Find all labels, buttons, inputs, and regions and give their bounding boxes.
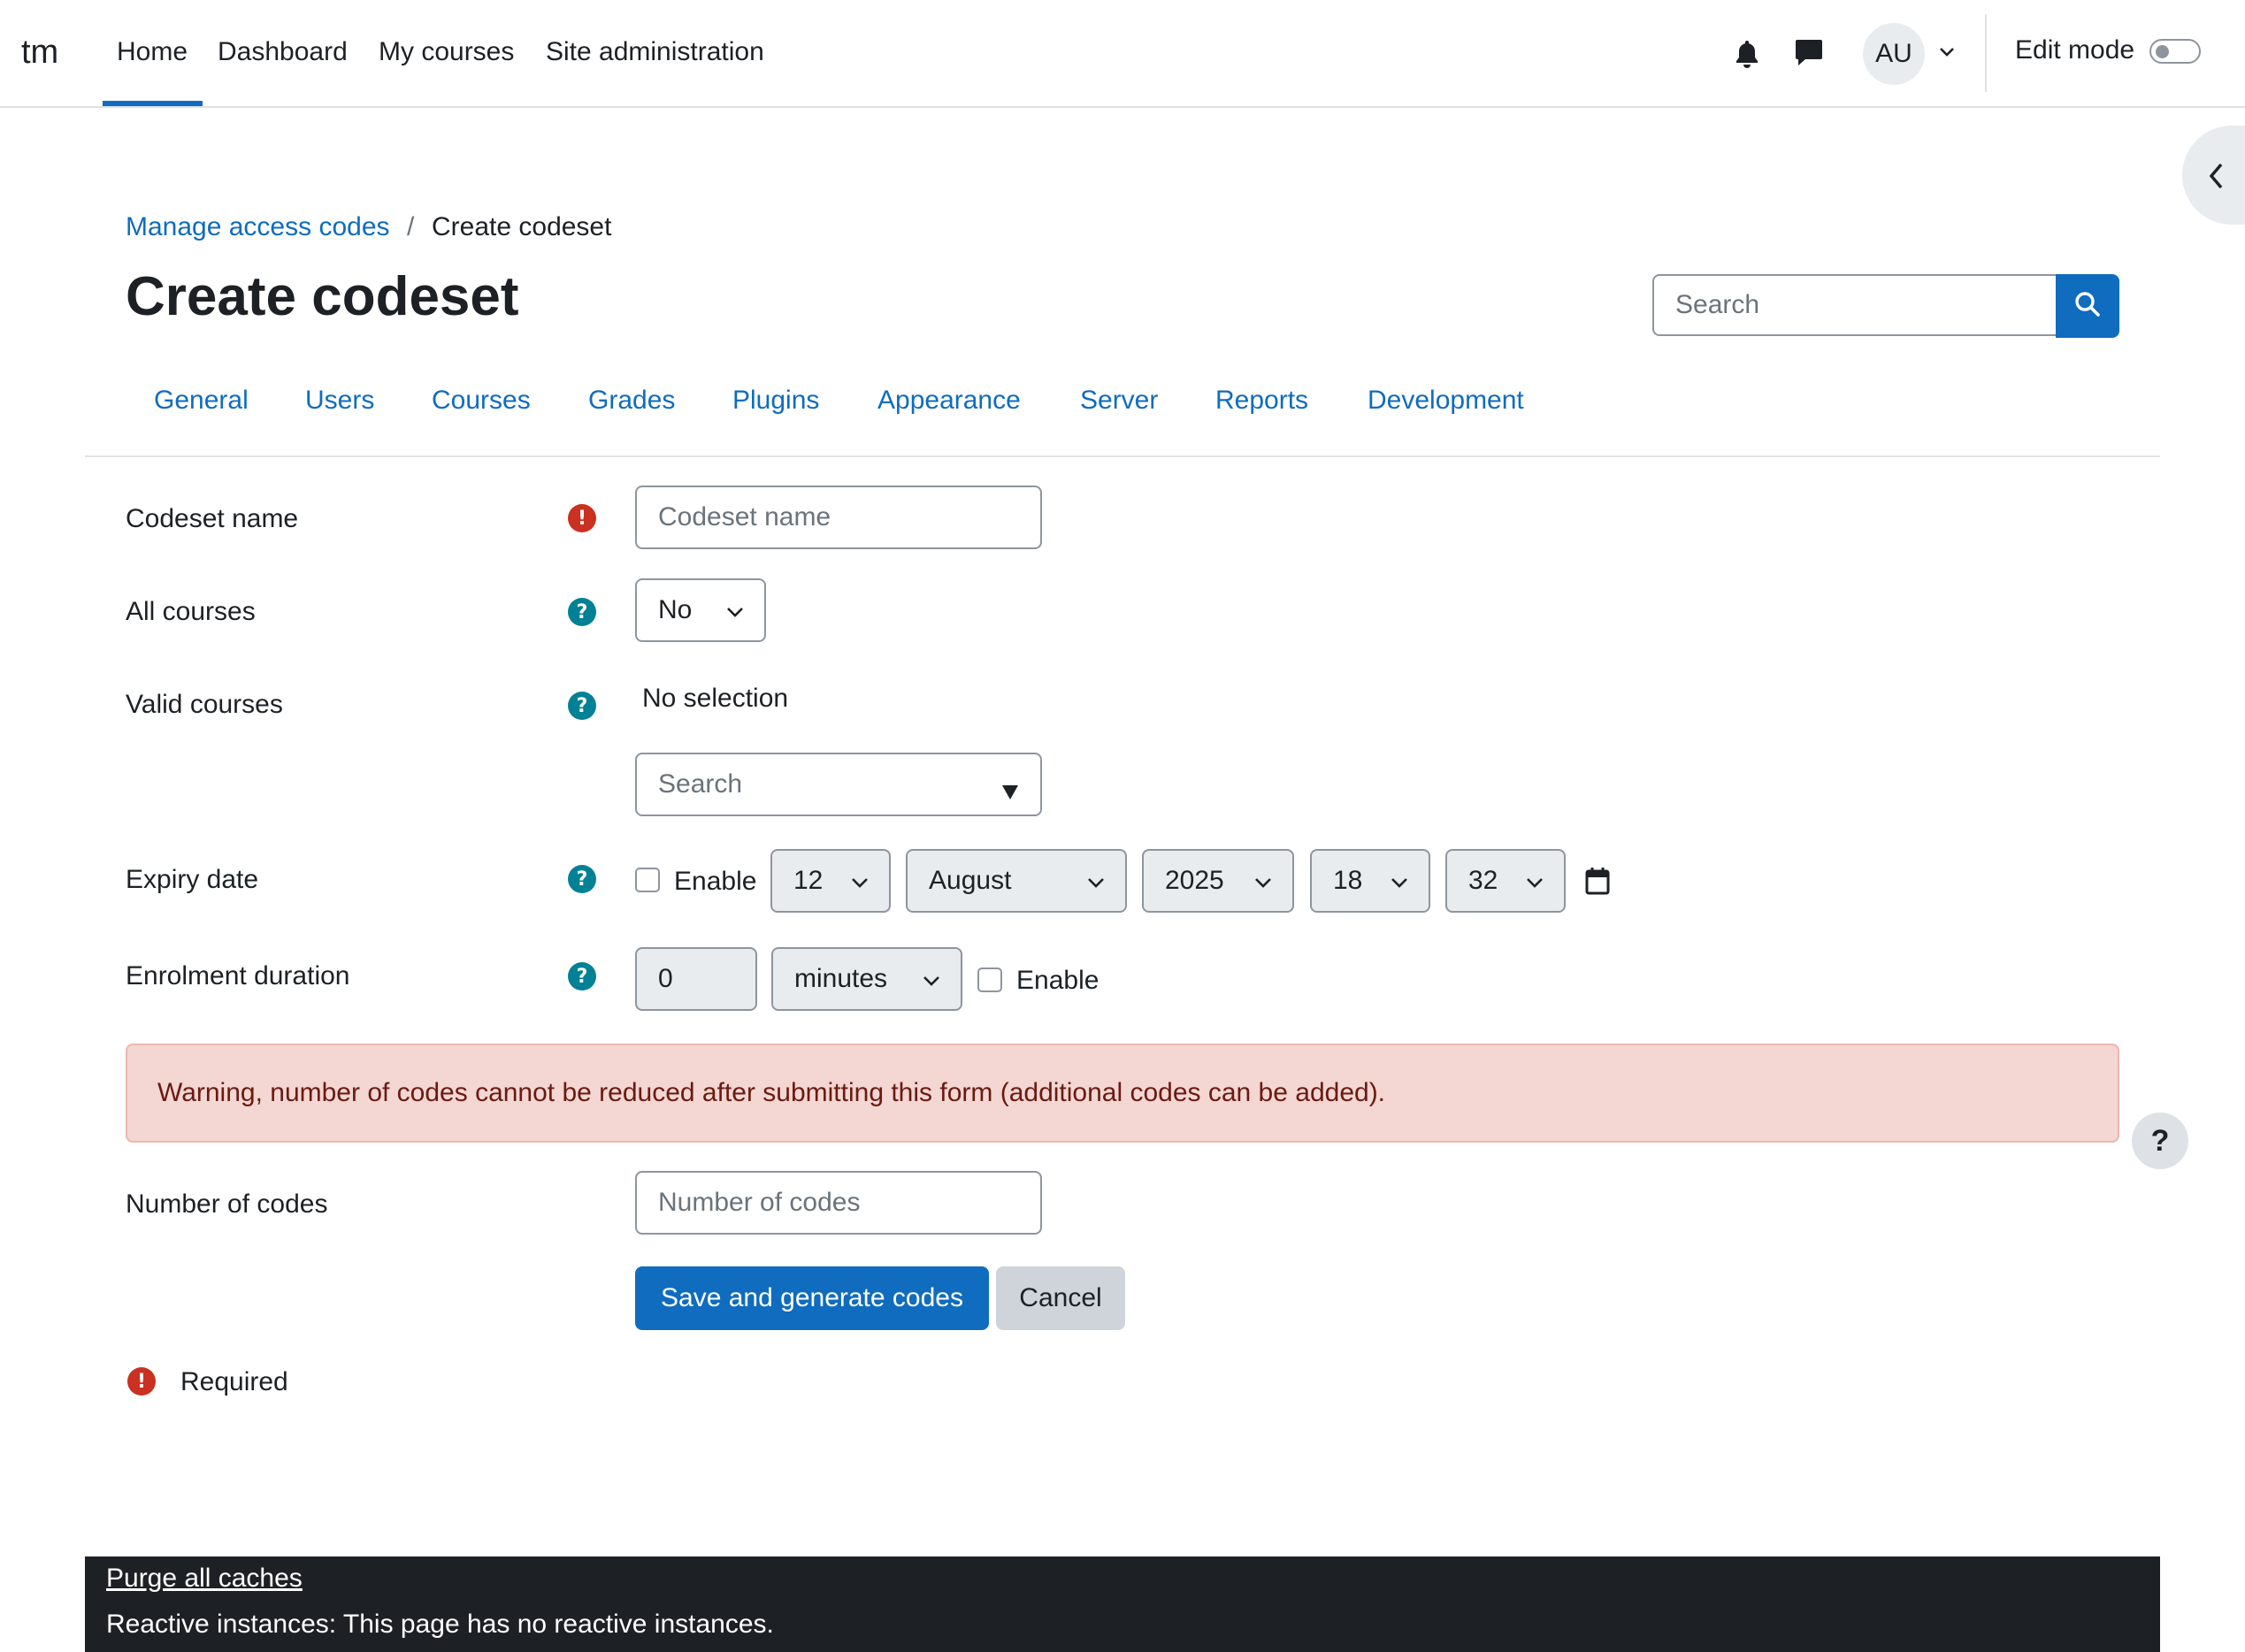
valid-courses-search[interactable]: Search: [635, 753, 1042, 816]
expiry-hour-select[interactable]: 18: [1310, 849, 1430, 913]
expiry-enable-label: Enable: [674, 867, 757, 896]
tab-plugins[interactable]: Plugins: [732, 386, 819, 416]
tab-development[interactable]: Development: [1368, 386, 1524, 416]
expiry-date-label: Expiry date: [126, 865, 259, 894]
chevron-down-icon: [1525, 870, 1544, 900]
valid-courses-selection: No selection: [642, 684, 789, 713]
enrolment-duration-label: Enrolment duration: [126, 961, 350, 990]
dropdown-triangle-icon: [1001, 777, 1019, 807]
tab-grades[interactable]: Grades: [588, 386, 675, 416]
enrolment-duration-unit-select[interactable]: minutes: [771, 947, 962, 1011]
enrolment-enable-checkbox[interactable]: [977, 967, 1002, 992]
chat-icon[interactable]: [1794, 37, 1824, 72]
enrolment-duration-number[interactable]: 0: [635, 947, 757, 1011]
expiry-year-select[interactable]: 2025: [1142, 849, 1294, 913]
expiry-day-select[interactable]: 12: [770, 849, 891, 913]
warning-alert: Warning, number of codes cannot be reduc…: [126, 1044, 2119, 1143]
chevron-down-icon[interactable]: [1939, 46, 1955, 63]
enrolment-enable-label: Enable: [1016, 966, 1100, 995]
required-exclamation-icon: !: [568, 504, 596, 532]
chevron-left-icon: [2207, 161, 2226, 195]
breadcrumb-current: Create codeset: [432, 212, 612, 241]
tab-reports[interactable]: Reports: [1215, 386, 1308, 416]
search-icon: [2073, 290, 2102, 323]
breadcrumb-manage-access-codes[interactable]: Manage access codes: [126, 212, 390, 242]
nav-link-home[interactable]: Home: [117, 37, 188, 67]
expiry-minute-value: 32: [1468, 866, 1498, 895]
enrolment-duration-value: 0: [658, 964, 673, 993]
avatar-initials: AU: [1875, 39, 1912, 68]
user-avatar[interactable]: AU: [1863, 23, 1925, 85]
tab-courses[interactable]: Courses: [432, 386, 531, 416]
number-of-codes-input[interactable]: [635, 1171, 1042, 1235]
save-and-generate-button[interactable]: Save and generate codes: [635, 1266, 989, 1330]
bell-icon[interactable]: [1734, 39, 1760, 73]
codeset-name-input[interactable]: [635, 486, 1042, 549]
block-drawer-toggle[interactable]: [2182, 126, 2245, 225]
reactive-instances-text: Reactive instances: This page has no rea…: [106, 1610, 774, 1639]
warning-text: Warning, number of codes cannot be reduc…: [157, 1078, 1386, 1107]
help-question-icon[interactable]: ?: [568, 962, 596, 990]
all-courses-select[interactable]: No: [635, 578, 766, 642]
page-title: Create codeset: [126, 266, 519, 327]
valid-courses-label: Valid courses: [126, 690, 283, 719]
toggle-knob: [2156, 45, 2169, 58]
chevron-down-icon: [1253, 870, 1273, 900]
edit-mode-toggle[interactable]: [2149, 39, 2201, 64]
tab-server[interactable]: Server: [1080, 386, 1158, 416]
chevron-down-icon: [850, 870, 870, 900]
help-question-icon[interactable]: ?: [568, 865, 596, 893]
page-footer: Purge all caches Reactive instances: Thi…: [85, 1556, 2160, 1652]
expiry-month-value: August: [929, 866, 1012, 895]
nav-link-my-courses[interactable]: My courses: [379, 37, 514, 67]
number-of-codes-label: Number of codes: [126, 1189, 328, 1219]
tab-general[interactable]: General: [154, 386, 249, 416]
nav-link-dashboard[interactable]: Dashboard: [218, 37, 348, 67]
all-courses-label: All courses: [126, 597, 256, 626]
header-search-input[interactable]: [1652, 274, 2056, 336]
chevron-down-icon: [1390, 870, 1409, 900]
tab-users[interactable]: Users: [305, 386, 374, 416]
expiry-year-value: 2025: [1165, 866, 1224, 895]
nav-link-site-administration[interactable]: Site administration: [546, 37, 764, 67]
expiry-day-value: 12: [793, 866, 824, 895]
tab-appearance[interactable]: Appearance: [877, 386, 1021, 416]
question-icon[interactable]: ?: [2132, 1113, 2188, 1169]
cancel-button[interactable]: Cancel: [996, 1266, 1125, 1330]
expiry-minute-select[interactable]: 32: [1445, 849, 1566, 913]
expiry-month-select[interactable]: August: [906, 849, 1127, 913]
nav-divider: [1985, 14, 1987, 92]
required-legend: Required: [180, 1367, 288, 1396]
nav-active-indicator: [103, 101, 203, 106]
help-question-icon[interactable]: ?: [568, 692, 596, 720]
purge-all-caches-link[interactable]: Purge all caches: [106, 1564, 303, 1594]
valid-courses-search-placeholder: Search: [658, 769, 743, 799]
codeset-name-label: Codeset name: [126, 504, 299, 533]
all-courses-value: No: [658, 595, 693, 624]
help-question-icon[interactable]: ?: [568, 598, 596, 626]
breadcrumb-separator: /: [407, 212, 415, 241]
site-brand[interactable]: tm: [21, 34, 58, 72]
chevron-down-icon: [922, 968, 941, 998]
chevron-down-icon: [725, 600, 745, 630]
top-navbar: tm Home Dashboard My courses Site admini…: [0, 0, 2245, 108]
required-exclamation-icon: !: [127, 1367, 156, 1396]
expiry-enable-checkbox[interactable]: [635, 868, 660, 892]
header-search-button[interactable]: [2056, 274, 2119, 338]
tabs-divider: [85, 455, 2160, 457]
edit-mode-label: Edit mode: [2015, 35, 2135, 65]
expiry-hour-value: 18: [1333, 866, 1363, 895]
chevron-down-icon: [1086, 870, 1106, 900]
calendar-icon[interactable]: [1585, 867, 1610, 899]
enrolment-duration-unit: minutes: [794, 964, 888, 993]
